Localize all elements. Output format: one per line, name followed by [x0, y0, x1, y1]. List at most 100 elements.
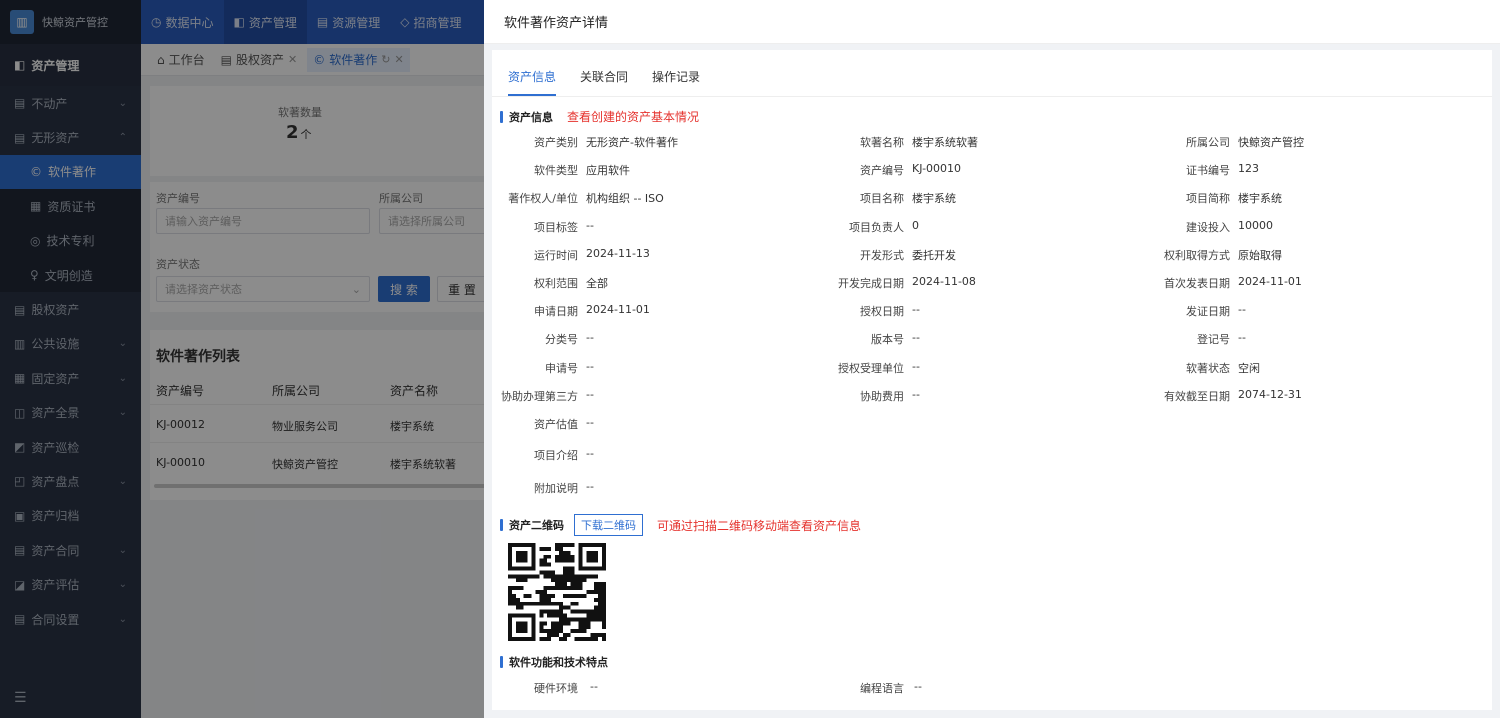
field-value: 123	[1238, 162, 1259, 176]
info-row: 软件类型 应用软件 资产编号 KJ-00010 证书编号 123	[492, 162, 1492, 182]
field-label: 协助办理第三方	[501, 389, 578, 403]
divider	[492, 96, 1492, 97]
field-label: 项目标签	[534, 220, 578, 234]
field-value: 2074-12-31	[1238, 387, 1302, 401]
field-value: 楼宇系统	[912, 192, 956, 206]
field-label: 权利取得方式	[1164, 248, 1230, 262]
field-value: 机构组织 -- ISO	[586, 192, 664, 206]
field-label: 首次发表日期	[1164, 277, 1230, 290]
detail-drawer: 软件著作资产详情 资产信息 关联合同 操作记录 资产信息 查看创建的资产基本情况…	[484, 0, 1500, 718]
field-label: 授权日期	[860, 305, 904, 319]
tab-asset-info[interactable]: 资产信息	[508, 68, 557, 96]
field-label: 发证日期	[1186, 305, 1230, 319]
info-row: 项目标签 -- 项目负责人 0 建设投入 10000	[492, 219, 1492, 239]
section-title: 资产信息	[509, 110, 553, 124]
field-value: 2024-11-01	[1238, 275, 1302, 288]
field-label: 申请号	[545, 361, 578, 375]
field-label: 权利范围	[534, 277, 578, 290]
drawer-body: 资产信息 关联合同 操作记录 资产信息 查看创建的资产基本情况 资产类别 无形资产…	[492, 50, 1492, 710]
field-value: --	[1238, 331, 1246, 345]
field-value: 快鲸资产管控	[1238, 136, 1304, 149]
field-value: --	[912, 387, 920, 401]
section-asset-info: 资产信息 查看创建的资产基本情况	[500, 108, 699, 125]
field-value: KJ-00010	[912, 162, 962, 176]
field-label: 项目负责人	[849, 220, 904, 234]
field-label: 软著名称	[860, 136, 904, 149]
field-value: --	[912, 359, 920, 373]
field-label: 建设投入	[1186, 220, 1230, 234]
field-label: 开发形式	[860, 248, 904, 262]
section-features: 软件功能和技术特点	[500, 654, 608, 670]
field-label: 分类号	[545, 333, 578, 347]
qr-code-image	[508, 543, 606, 641]
field-value: 2024-11-13	[586, 246, 650, 260]
field-value: --	[586, 387, 594, 401]
field-value: --	[914, 680, 922, 693]
field-label: 有效截至日期	[1164, 389, 1230, 403]
field-label: 证书编号	[1186, 164, 1230, 178]
tab-operation-log[interactable]: 操作记录	[652, 68, 700, 94]
field-label: 登记号	[1197, 333, 1230, 347]
section-hint: 查看创建的资产基本情况	[567, 110, 700, 124]
field-value: --	[586, 218, 594, 232]
field-label: 项目介绍	[534, 449, 578, 462]
info-row: 著作权人/单位 机构组织 -- ISO 项目名称 楼宇系统 项目简称 楼宇系统	[492, 190, 1492, 210]
field-value: 0	[912, 218, 919, 232]
field-label: 编程语言	[860, 682, 904, 695]
app-root: ▥ 快鲸资产管控 ◧ 资产管理 ▤ 不动产 ⌄ ▤ 无形资产 ⌃ © 软件著作 ▦ 资质证书 ◎ 技术…	[0, 0, 1500, 718]
field-label: 授权受理单位	[838, 361, 904, 375]
field-value: 原始取得	[1238, 248, 1282, 262]
field-value: --	[586, 447, 594, 460]
field-value: --	[586, 359, 594, 373]
field-value: 无形资产-软件著作	[586, 136, 678, 149]
field-value: 10000	[1238, 218, 1273, 232]
field-value: --	[586, 416, 594, 429]
info-row: 分类号 -- 版本号 -- 登记号 --	[492, 331, 1492, 351]
field-label: 软件类型	[534, 164, 578, 178]
field-value: --	[586, 331, 594, 345]
info-row: 运行时间 2024-11-13 开发形式 委托开发 权利取得方式 原始取得	[492, 247, 1492, 267]
field-label: 开发完成日期	[838, 277, 904, 290]
section-bar	[500, 110, 503, 123]
field-label: 资产编号	[860, 164, 904, 178]
detail-tabs: 资产信息 关联合同 操作记录	[508, 68, 700, 96]
section-qr: 资产二维码 下载二维码 可通过扫描二维码移动端查看资产信息	[500, 514, 861, 536]
field-value: 楼宇系统软著	[912, 136, 978, 149]
field-label: 运行时间	[534, 248, 578, 262]
info-row: 项目介绍 --	[492, 447, 1492, 467]
field-value: 全部	[586, 277, 608, 290]
field-value: 空闲	[1238, 361, 1260, 375]
section-title: 资产二维码	[509, 519, 564, 532]
section-title: 软件功能和技术特点	[509, 656, 608, 669]
field-label: 硬件环境	[534, 682, 578, 695]
field-label: 资产估值	[534, 418, 578, 431]
field-value: 应用软件	[586, 164, 630, 178]
info-row: 硬件环境 -- 编程语言 --	[492, 680, 1492, 700]
field-label: 软著状态	[1186, 361, 1230, 375]
field-label: 协助费用	[860, 389, 904, 403]
field-label: 项目简称	[1186, 192, 1230, 206]
field-value: --	[912, 331, 920, 345]
field-value: 2024-11-08	[912, 275, 976, 288]
info-row: 申请号 -- 授权受理单位 -- 软著状态 空闲	[492, 360, 1492, 380]
info-row: 资产类别 无形资产-软件著作 软著名称 楼宇系统软著 所属公司 快鲸资产管控	[492, 134, 1492, 154]
field-value: 楼宇系统	[1238, 192, 1282, 206]
info-row: 附加说明 --	[492, 480, 1492, 500]
field-label: 申请日期	[534, 305, 578, 319]
field-label: 资产类别	[534, 136, 578, 149]
field-label: 版本号	[871, 333, 904, 347]
download-qr-button[interactable]: 下载二维码	[574, 514, 643, 536]
field-value: 委托开发	[912, 248, 956, 262]
field-label: 著作权人/单位	[508, 192, 578, 206]
info-row: 协助办理第三方 -- 协助费用 -- 有效截至日期 2074-12-31	[492, 388, 1492, 408]
info-row: 权利范围 全部 开发完成日期 2024-11-08 首次发表日期 2024-11-01	[492, 275, 1492, 295]
info-row: 资产估值 --	[492, 416, 1492, 436]
field-value: --	[1238, 303, 1246, 317]
field-value: 2024-11-01	[586, 303, 650, 317]
field-label: 附加说明	[534, 482, 578, 495]
section-hint: 可通过扫描二维码移动端查看资产信息	[657, 518, 862, 533]
section-bar	[500, 519, 503, 531]
drawer-title: 软件著作资产详情	[484, 0, 1500, 44]
tab-related-contracts[interactable]: 关联合同	[580, 68, 628, 94]
info-row: 申请日期 2024-11-01 授权日期 -- 发证日期 --	[492, 303, 1492, 323]
